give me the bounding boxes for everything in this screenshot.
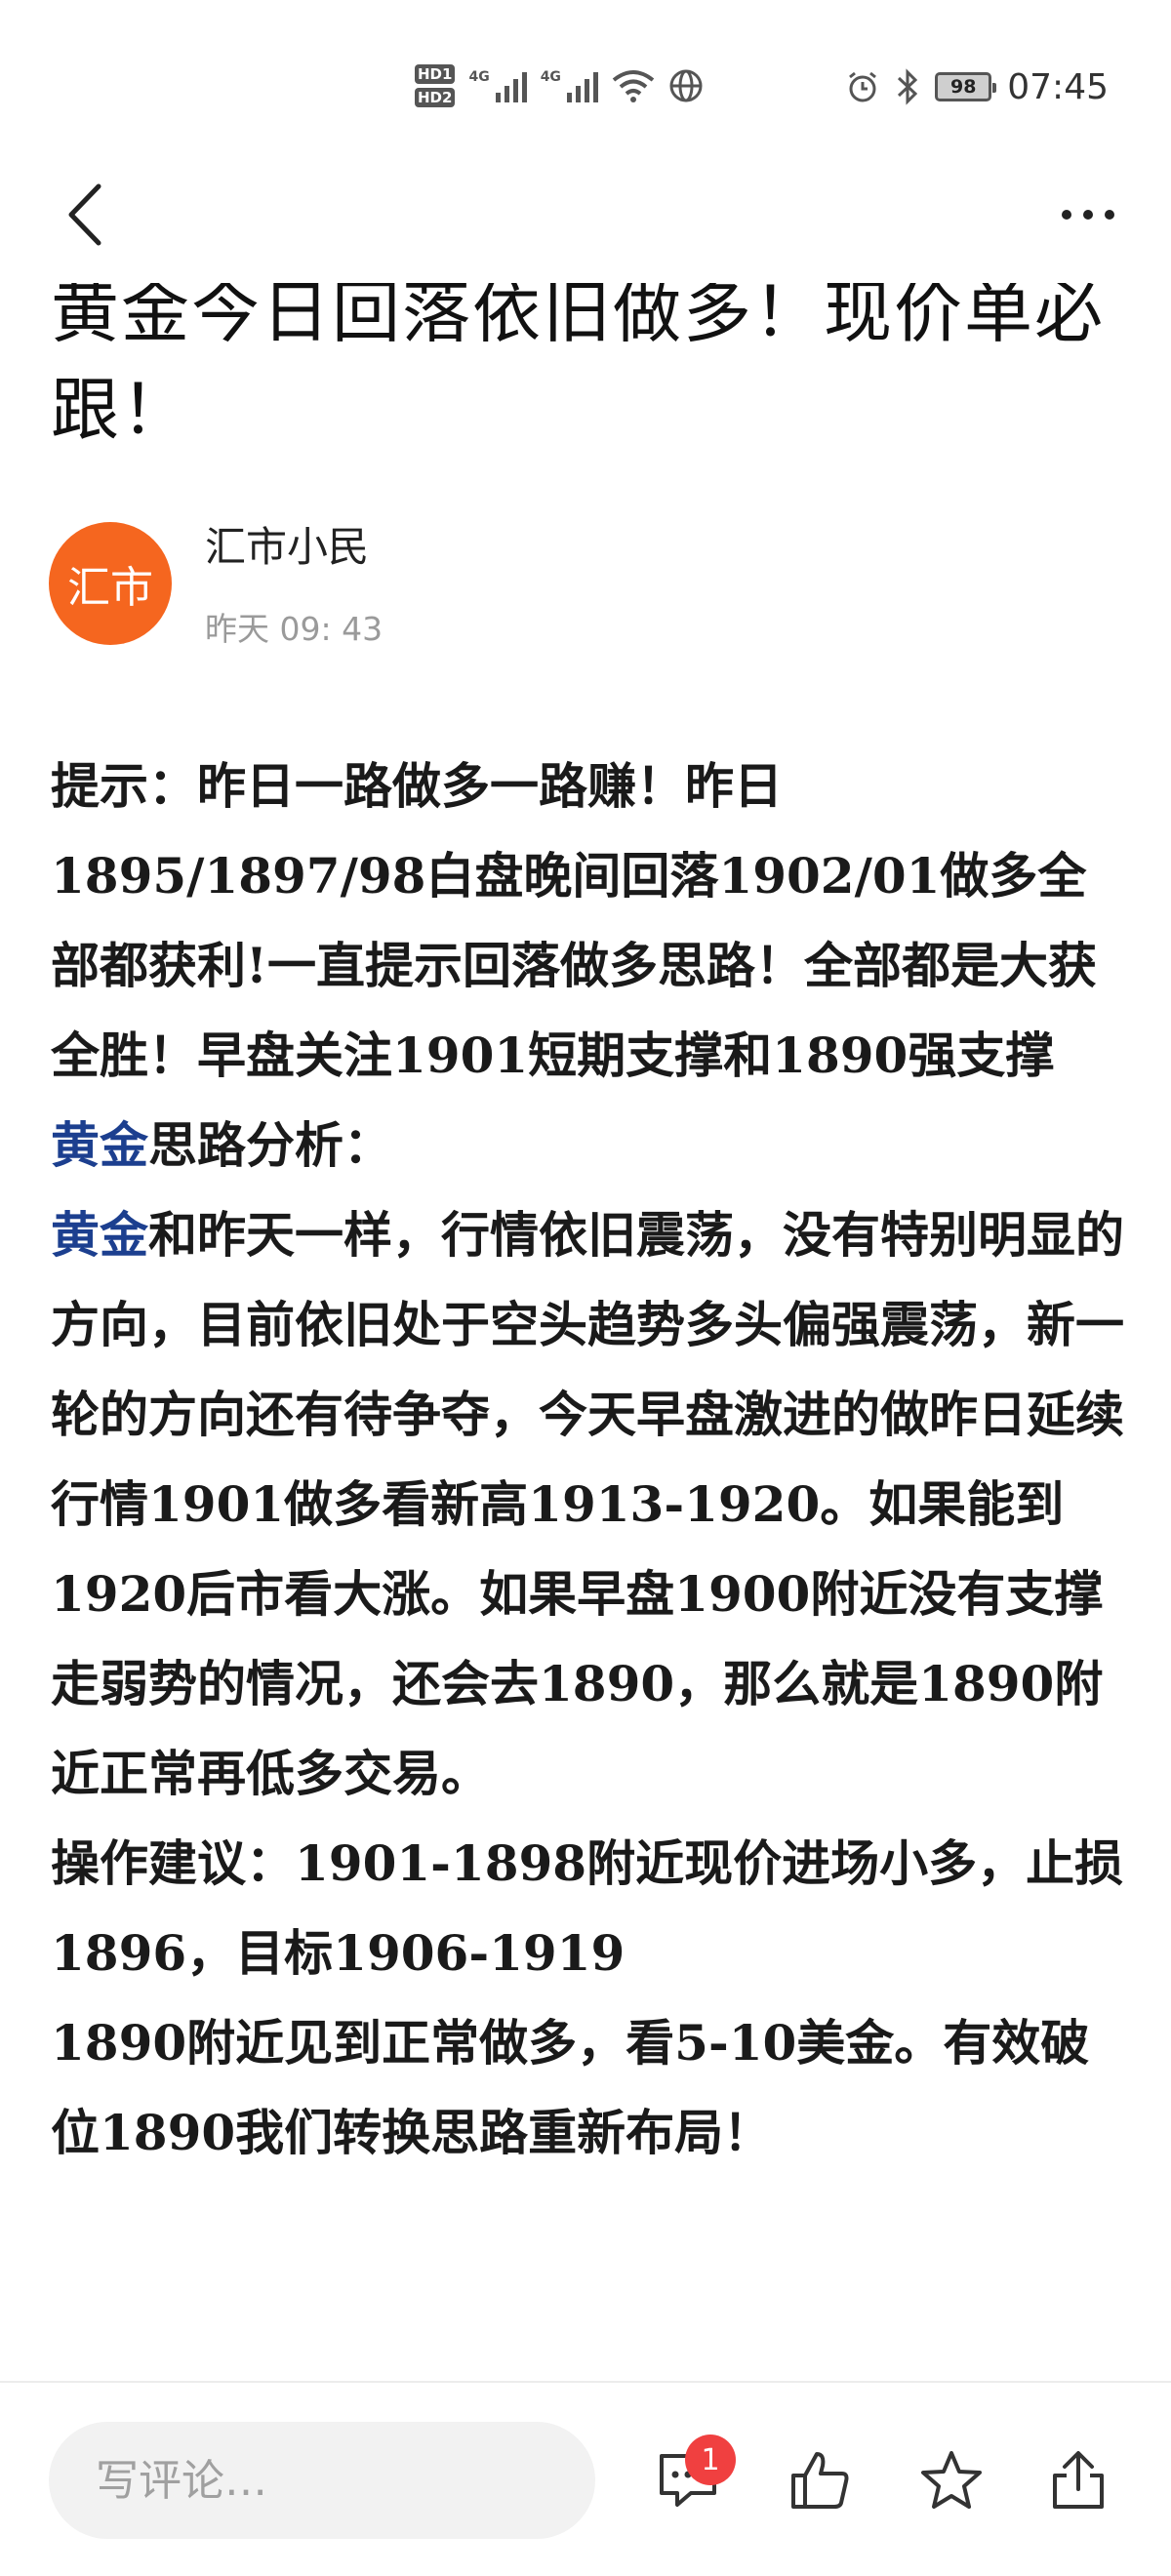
keyword-link[interactable]: 黄金 — [51, 1206, 148, 1264]
article-paragraph: 1890附近见到正常做多，看5-10美金。有效破位1890我们转换思路重新布局！ — [51, 2014, 1090, 2161]
favorite-button[interactable] — [908, 2436, 995, 2524]
hd2-label: HD2 — [415, 88, 456, 107]
chevron-left-icon — [68, 183, 101, 246]
status-icons-left: HD1 HD2 4G 4G — [415, 57, 704, 115]
network-type-label-2: 4G — [540, 69, 561, 85]
article-text: 思路分析： — [148, 1116, 392, 1174]
author-avatar[interactable]: 汇市 — [49, 522, 172, 645]
article-title: 黄金今日回落依旧做多！现价单必跟！ — [51, 283, 1105, 450]
share-icon — [1053, 2451, 1104, 2509]
share-button[interactable] — [1034, 2436, 1122, 2524]
article-text: 和昨天一样，行情依旧震荡，没有特别明显的方向，目前依旧处于空头趋势多头偏强震荡，… — [51, 1206, 1124, 1802]
alarm-icon — [849, 71, 877, 102]
title-clip: 黄金今日回落依旧做多！现价单必跟！ — [0, 283, 1171, 459]
post-time: 昨天 09: 43 — [205, 610, 384, 648]
hd-indicator: HD1 HD2 — [415, 64, 456, 107]
wifi-icon — [612, 70, 655, 102]
battery-indicator: 98 — [935, 72, 997, 101]
favorite-star-icon — [921, 2451, 982, 2509]
article-paragraph: 黄金思路分析： — [51, 1101, 1134, 1190]
status-icons-right: 98 07:45 — [845, 62, 1109, 111]
globe-icon — [669, 69, 703, 102]
signal-icon: 4G — [468, 69, 527, 102]
hd1-label: HD1 — [415, 64, 456, 84]
status-bar: HD1 HD2 4G 4G 98 07:45 — [0, 0, 1171, 166]
network-type-label: 4G — [468, 69, 490, 85]
bottom-action-bar: 1 — [0, 2383, 1171, 2576]
like-button[interactable] — [776, 2436, 864, 2524]
comment-count-badge: 1 — [685, 2435, 736, 2485]
signal-icon-2: 4G — [541, 69, 598, 102]
more-dots-icon — [1062, 210, 1071, 220]
comments-button[interactable]: 1 — [644, 2435, 736, 2524]
bluetooth-icon — [898, 68, 918, 105]
status-time: 07:45 — [1007, 66, 1109, 107]
like-icon — [791, 2452, 849, 2509]
comment-input[interactable] — [49, 2422, 595, 2539]
article-paragraph: 黄金和昨天一样，行情依旧震荡，没有特别明显的方向，目前依旧处于空头趋势多头偏强震… — [51, 1190, 1134, 1819]
keyword-link[interactable]: 黄金 — [51, 1116, 148, 1174]
article-body: 提示：昨日一路做多一路赚！昨日1895/1897/98白盘晚间回落1902/01… — [51, 742, 1134, 2178]
more-options-button[interactable] — [1044, 190, 1132, 239]
avatar-text: 汇市 — [67, 563, 153, 613]
back-button[interactable] — [51, 176, 119, 254]
article-paragraph: 操作建议：1901-1898附近现价进场小多，止损1896，目标1906-191… — [51, 1834, 1124, 1982]
article-paragraph: 提示：昨日一路做多一路赚！昨日1895/1897/98白盘晚间回落1902/01… — [51, 757, 1097, 1084]
author-name[interactable]: 汇市小民 — [205, 514, 369, 574]
